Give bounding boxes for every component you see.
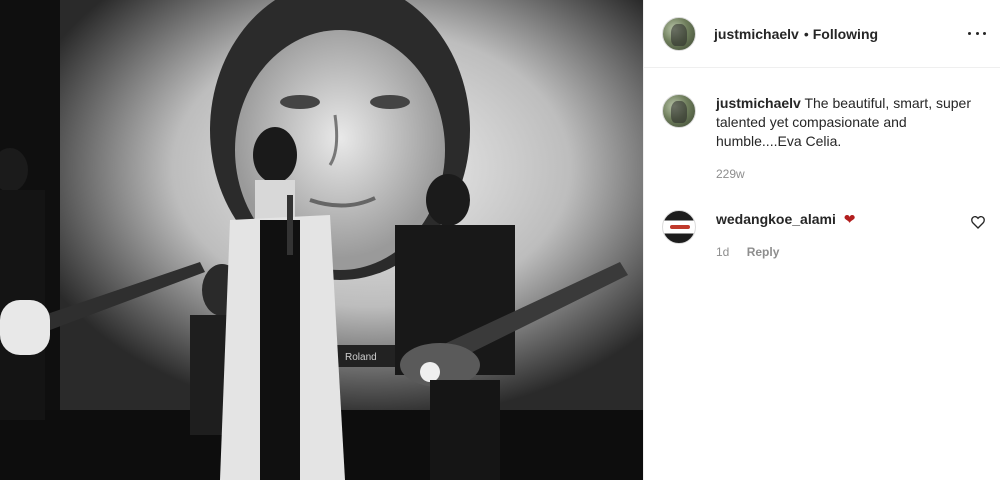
caption-author-avatar[interactable] xyxy=(662,94,696,128)
caption-username[interactable]: justmichaelv xyxy=(716,95,801,111)
caption-comment: justmichaelv The beautiful, smart, super… xyxy=(662,94,982,184)
caption-body: justmichaelv The beautiful, smart, super… xyxy=(716,94,981,184)
heart-outline-icon[interactable] xyxy=(970,214,986,230)
comments-list: justmichaelv The beautiful, smart, super… xyxy=(644,68,1000,262)
post-header: justmichaelv • Following xyxy=(644,0,1000,68)
comment-meta: 1d Reply xyxy=(716,243,981,262)
caption-meta: 229w xyxy=(716,165,981,184)
commenter-username[interactable]: wedangkoe_alami xyxy=(716,211,836,227)
post-side-panel: justmichaelv • Following justmichaelv Th… xyxy=(643,0,1000,480)
comment-text-heart-emoji: ❤ xyxy=(843,211,856,227)
author-avatar[interactable] xyxy=(662,16,696,51)
reply-button[interactable]: Reply xyxy=(747,245,780,259)
caption-timestamp[interactable]: 229w xyxy=(716,167,745,181)
comment-body: wedangkoe_alami ❤ 1d Reply xyxy=(716,210,981,262)
comment-timestamp[interactable]: 1d xyxy=(716,245,729,259)
brand-logo-mark xyxy=(670,225,690,229)
commenter-avatar[interactable] xyxy=(662,210,696,244)
header-separator: • xyxy=(803,25,809,42)
author-username[interactable]: justmichaelv xyxy=(714,26,799,42)
concert-photo-image: Roland xyxy=(0,0,643,480)
following-button[interactable]: Following xyxy=(813,26,878,42)
post-photo[interactable]: Roland xyxy=(0,0,643,480)
svg-text:Roland: Roland xyxy=(345,352,377,363)
more-options-icon[interactable] xyxy=(968,24,986,42)
comment-item: wedangkoe_alami ❤ 1d Reply xyxy=(662,210,985,262)
